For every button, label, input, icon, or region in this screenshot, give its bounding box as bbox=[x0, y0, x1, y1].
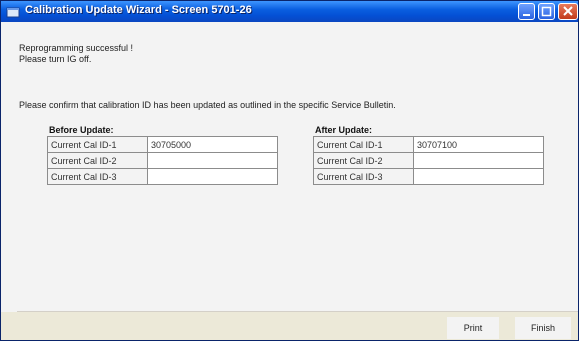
before-update-table: Current Cal ID-1 30705000 Current Cal ID… bbox=[47, 136, 278, 185]
window-title: Calibration Update Wizard - Screen 5701-… bbox=[25, 4, 252, 16]
table-row: Current Cal ID-2 bbox=[47, 152, 278, 169]
maximize-icon bbox=[541, 6, 552, 17]
close-button[interactable] bbox=[558, 3, 578, 20]
close-icon bbox=[563, 6, 573, 16]
before-update-title: Before Update: bbox=[49, 125, 114, 135]
cal-id-value bbox=[413, 152, 544, 169]
title-bar[interactable]: Calibration Update Wizard - Screen 5701-… bbox=[1, 1, 578, 22]
app-icon bbox=[6, 5, 20, 18]
footer-divider bbox=[17, 311, 578, 312]
cal-id-label: Current Cal ID-3 bbox=[47, 168, 148, 185]
wizard-window: Calibration Update Wizard - Screen 5701-… bbox=[0, 0, 579, 341]
table-row: Current Cal ID-3 bbox=[47, 168, 278, 185]
cal-id-label: Current Cal ID-1 bbox=[47, 136, 148, 153]
cal-id-label: Current Cal ID-3 bbox=[313, 168, 414, 185]
cal-id-value: 30705000 bbox=[147, 136, 278, 153]
table-row: Current Cal ID-1 30705000 bbox=[47, 136, 278, 153]
finish-button[interactable]: Finish bbox=[515, 317, 571, 339]
cal-id-label: Current Cal ID-1 bbox=[313, 136, 414, 153]
confirm-message: Please confirm that calibration ID has b… bbox=[19, 100, 396, 110]
cal-id-label: Current Cal ID-2 bbox=[47, 152, 148, 169]
minimize-icon bbox=[523, 14, 530, 16]
cal-id-value: 30707100 bbox=[413, 136, 544, 153]
success-message: Reprogramming successful ! bbox=[19, 43, 134, 53]
wizard-content: Reprogramming successful ! Please turn I… bbox=[1, 22, 578, 312]
cal-id-value bbox=[413, 168, 544, 185]
cal-id-label: Current Cal ID-2 bbox=[313, 152, 414, 169]
table-row: Current Cal ID-3 bbox=[313, 168, 544, 185]
cal-id-value bbox=[147, 168, 278, 185]
maximize-button[interactable] bbox=[538, 3, 555, 20]
print-button[interactable]: Print bbox=[447, 317, 499, 339]
table-row: Current Cal ID-2 bbox=[313, 152, 544, 169]
after-update-table: Current Cal ID-1 30707100 Current Cal ID… bbox=[313, 136, 544, 185]
table-row: Current Cal ID-1 30707100 bbox=[313, 136, 544, 153]
minimize-button[interactable] bbox=[518, 3, 535, 20]
cal-id-value bbox=[147, 152, 278, 169]
after-update-title: After Update: bbox=[315, 125, 373, 135]
ignition-message: Please turn IG off. bbox=[19, 54, 92, 64]
